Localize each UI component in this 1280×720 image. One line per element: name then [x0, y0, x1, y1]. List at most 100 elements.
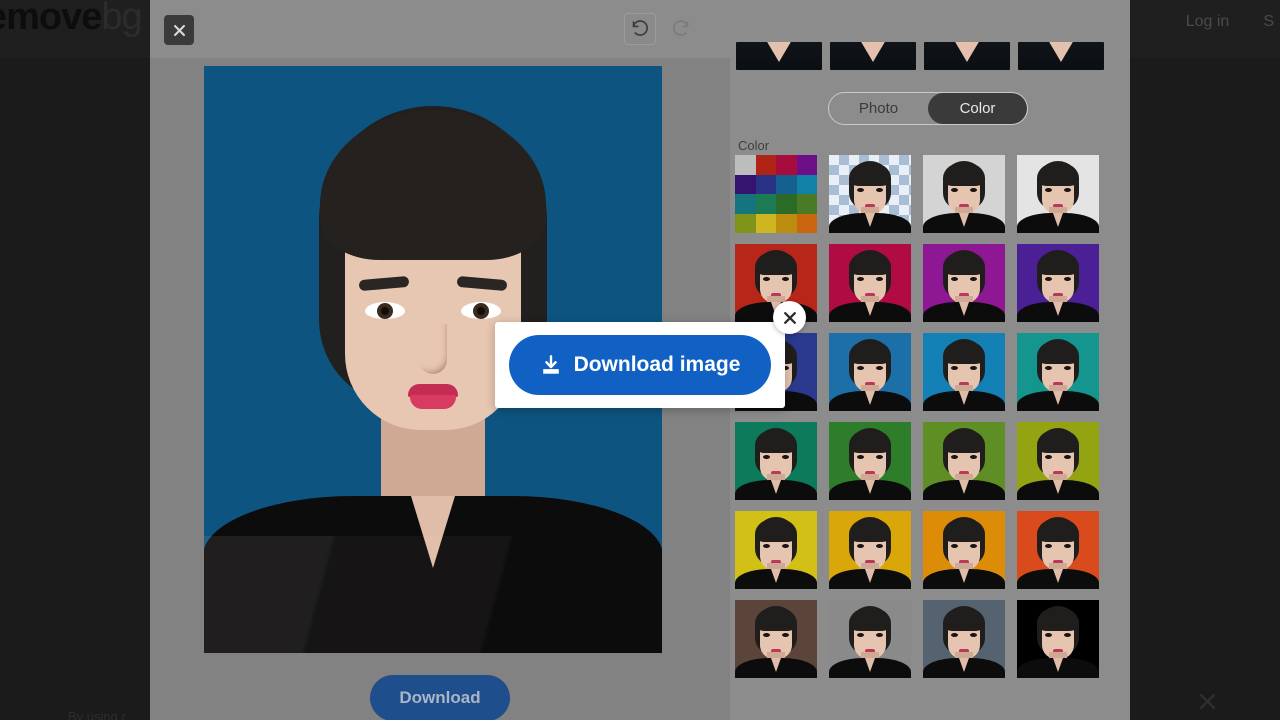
picker-color-cell[interactable] [735, 213, 756, 233]
picker-color-cell[interactable] [755, 155, 776, 175]
thumb-eye [1045, 366, 1052, 370]
thumb-brow [856, 183, 865, 185]
picker-color-cell[interactable] [776, 155, 797, 175]
toggle-option-color[interactable]: Color [928, 93, 1027, 124]
color-swatch-gold[interactable] [829, 511, 911, 589]
color-swatch-black[interactable] [1017, 600, 1099, 678]
color-swatch-olive[interactable] [1017, 422, 1099, 500]
strip-thumbnail[interactable] [830, 42, 916, 70]
redo-icon [672, 19, 688, 36]
picker-color-cell[interactable] [735, 194, 756, 214]
custom-color-picker[interactable] [735, 155, 817, 233]
color-swatch-magenta[interactable] [923, 244, 1005, 322]
thumb-eye [970, 188, 977, 192]
strip-thumbnail[interactable] [736, 42, 822, 70]
thumb-eye [951, 544, 958, 548]
thumb-brow [875, 628, 884, 630]
picker-color-cell[interactable] [776, 213, 797, 233]
color-swatch-gray[interactable] [829, 600, 911, 678]
thumb-brow [950, 361, 959, 363]
color-swatch-deep-teal[interactable] [735, 422, 817, 500]
thumb-brow [856, 361, 865, 363]
thumb-eye [970, 366, 977, 370]
site-logo[interactable]: emovebg [0, 0, 143, 39]
thumb-brow [950, 272, 959, 274]
color-swatch-green[interactable] [829, 422, 911, 500]
preview-nose [419, 324, 447, 374]
thumb-brow [762, 628, 771, 630]
redo-button[interactable] [664, 13, 696, 45]
thumb-eye [857, 188, 864, 192]
thumb-brow [856, 628, 865, 630]
picker-color-cell[interactable] [755, 213, 776, 233]
thumb-eye [876, 633, 883, 637]
toggle-option-photo[interactable]: Photo [829, 93, 928, 124]
color-swatch-brown[interactable] [735, 600, 817, 678]
color-swatch-ocean-blue[interactable] [923, 333, 1005, 411]
picker-color-cell[interactable] [776, 174, 797, 194]
download-image-button[interactable]: Download image [509, 335, 771, 395]
download-modal-close-button[interactable] [773, 301, 806, 334]
thumb-eye [876, 455, 883, 459]
thumb-eye [1064, 544, 1071, 548]
thumb-brow [1063, 183, 1072, 185]
thumb-eye [1064, 366, 1071, 370]
thumb-brow [950, 183, 959, 185]
undo-button[interactable] [624, 13, 656, 45]
photo-thumbnail-strip [730, 42, 1130, 70]
picker-color-cell[interactable] [755, 194, 776, 214]
color-swatch-teal[interactable] [1017, 333, 1099, 411]
thumb-eye [782, 633, 789, 637]
picker-color-cell[interactable] [796, 155, 817, 175]
thumb-brow [781, 628, 790, 630]
thumb-brow [1063, 628, 1072, 630]
thumb-brow [1063, 272, 1072, 274]
picker-color-cell[interactable] [796, 194, 817, 214]
thumb-brow [856, 450, 865, 452]
color-swatch-crimson[interactable] [829, 244, 911, 322]
thumb-eye [876, 544, 883, 548]
undo-icon [632, 19, 648, 36]
picker-color-cell[interactable] [796, 213, 817, 233]
color-swatch-leaf-green[interactable] [923, 422, 1005, 500]
thumb-eye [763, 277, 770, 281]
preview-eye-right [461, 302, 501, 319]
thumb-brow [856, 272, 865, 274]
page-close-icon[interactable] [1196, 690, 1218, 712]
nav-signup-link[interactable]: S [1263, 8, 1274, 36]
thumb-eye [1045, 633, 1052, 637]
close-icon [173, 24, 185, 36]
picker-color-cell[interactable] [755, 174, 776, 194]
color-swatch-violet[interactable] [1017, 244, 1099, 322]
thumb-eye [970, 633, 977, 637]
thumb-eye [951, 366, 958, 370]
picker-color-cell[interactable] [735, 155, 756, 175]
color-swatch-transparent[interactable] [829, 155, 911, 233]
color-swatch-light-gray[interactable] [923, 155, 1005, 233]
thumb-eye [857, 455, 864, 459]
thumb-brow [1044, 539, 1053, 541]
picker-color-cell[interactable] [735, 174, 756, 194]
thumb-brow [950, 539, 959, 541]
nav-login-link[interactable]: Log in [1186, 8, 1230, 36]
thumb-brow [950, 450, 959, 452]
strip-thumbnail[interactable] [924, 42, 1010, 70]
color-swatch-white-gray[interactable] [1017, 155, 1099, 233]
picker-color-cell[interactable] [796, 174, 817, 194]
thumb-eye [951, 188, 958, 192]
color-swatch-orange[interactable] [923, 511, 1005, 589]
thumb-eye [857, 544, 864, 548]
color-swatch-slate[interactable] [923, 600, 1005, 678]
thumb-brow [1063, 539, 1072, 541]
picker-color-cell[interactable] [776, 194, 797, 214]
thumb-brow [1044, 450, 1053, 452]
color-swatch-steel-blue[interactable] [829, 333, 911, 411]
editor-close-button[interactable] [164, 15, 194, 45]
download-button[interactable]: Download [370, 675, 510, 720]
thumb-brow [1044, 628, 1053, 630]
thumb-brow [875, 539, 884, 541]
color-swatch-burnt-orange[interactable] [1017, 511, 1099, 589]
color-swatch-yellow[interactable] [735, 511, 817, 589]
thumb-eye [970, 277, 977, 281]
strip-thumbnail[interactable] [1018, 42, 1104, 70]
